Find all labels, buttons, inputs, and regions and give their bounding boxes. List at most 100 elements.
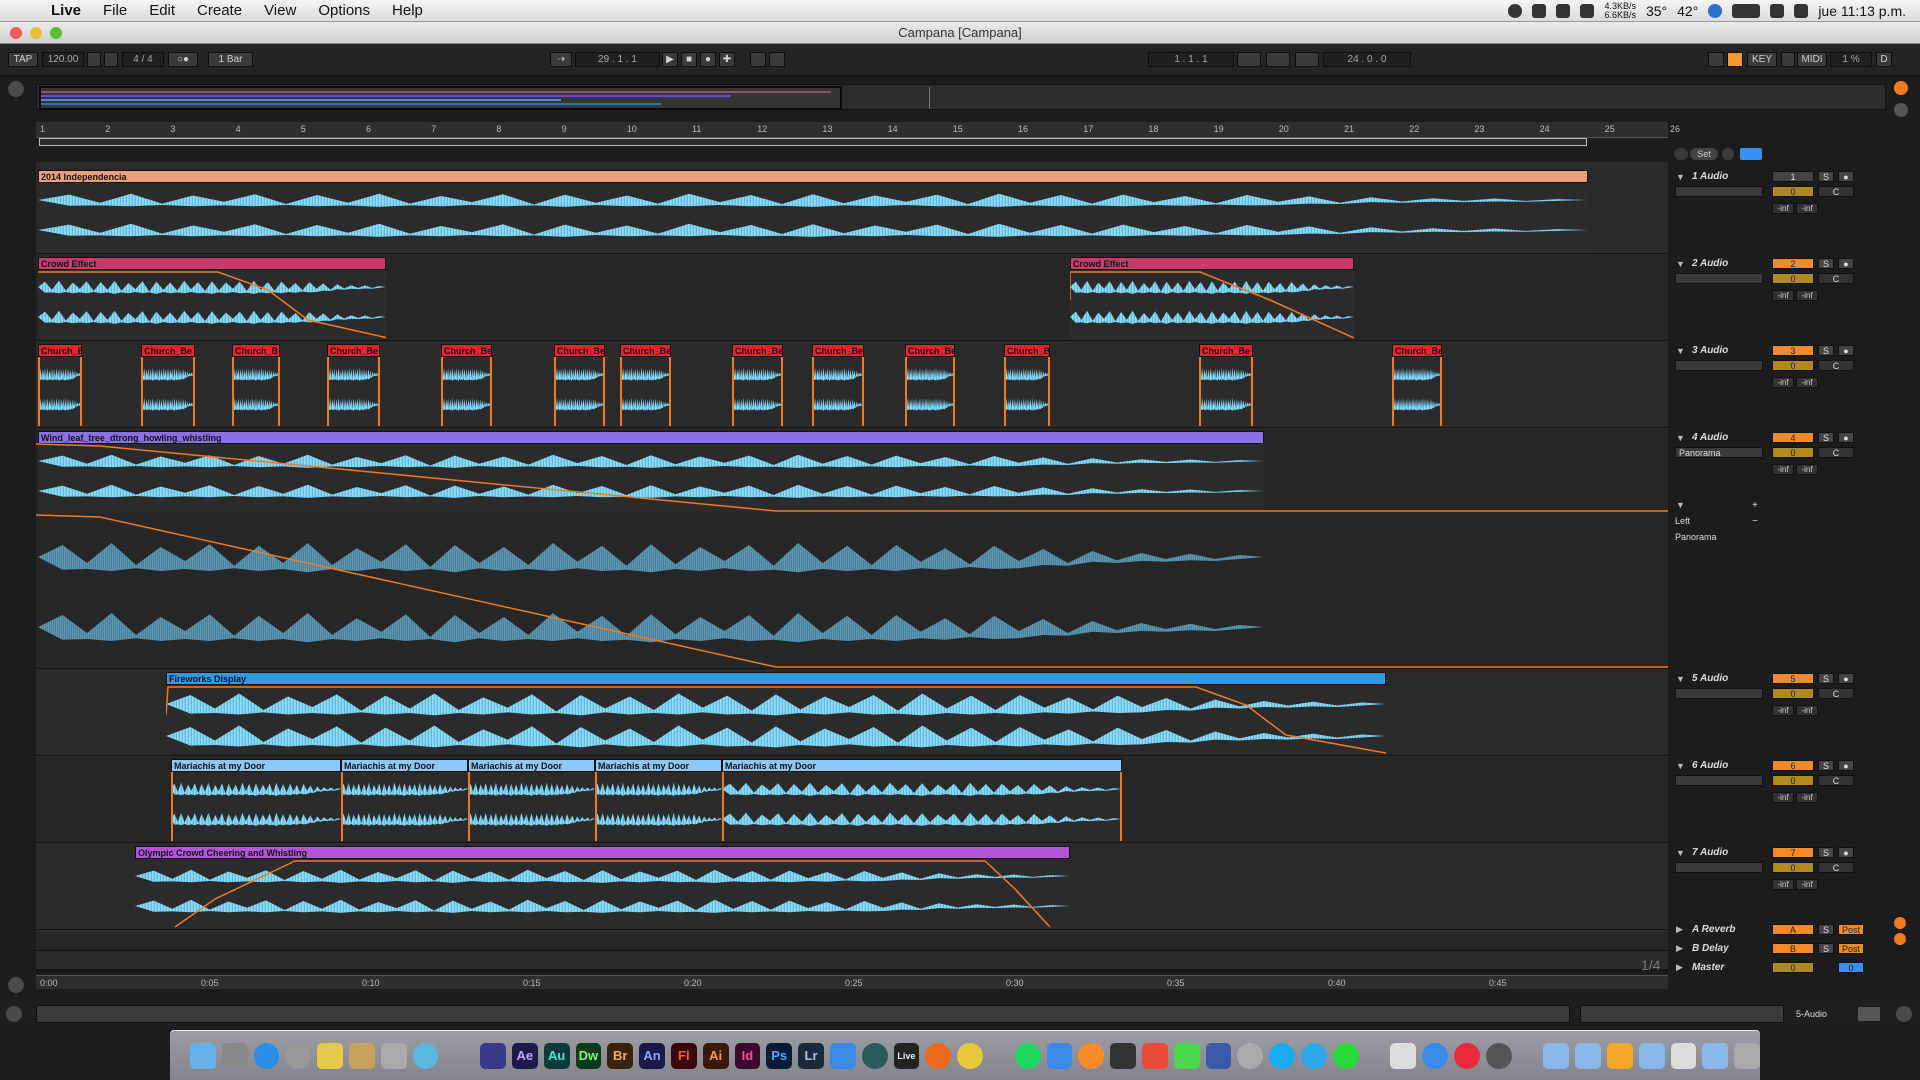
telegram-icon[interactable] bbox=[1300, 1042, 1327, 1069]
next-locator-button[interactable] bbox=[1722, 148, 1734, 160]
time-signature-field[interactable]: 4 / 4 bbox=[122, 52, 164, 67]
track-header[interactable]: ▼ 1 Audio 1 S ● 0 C -inf -inf bbox=[1670, 168, 1880, 248]
session-view-toggle-icon[interactable] bbox=[1894, 81, 1908, 95]
key-map-button[interactable]: KEY bbox=[1747, 52, 1777, 67]
track-name[interactable]: 5 Audio bbox=[1692, 673, 1728, 684]
pan-field[interactable]: C bbox=[1818, 273, 1854, 284]
sends-toggle-icon[interactable] bbox=[1894, 933, 1906, 945]
solo-button[interactable]: S bbox=[1818, 760, 1834, 771]
track-name[interactable]: 2 Audio bbox=[1692, 258, 1728, 269]
flash-icon[interactable]: Fl bbox=[670, 1042, 697, 1069]
arrangement-view[interactable]: 2014 Independencia Crowd Effect Crowd Ef… bbox=[36, 162, 1668, 973]
clip[interactable]: Crowd Effect bbox=[38, 257, 386, 339]
return-track-header[interactable]: ▶ A Reverb A S Post bbox=[1670, 922, 1880, 940]
return-b-lane[interactable] bbox=[36, 952, 1668, 970]
menu-app[interactable]: Live bbox=[40, 2, 92, 19]
clip[interactable]: Church_Be bbox=[1392, 344, 1442, 426]
folder-2-icon[interactable] bbox=[1702, 1042, 1729, 1069]
play-button[interactable]: ▶ bbox=[662, 52, 678, 67]
solo-button[interactable]: S bbox=[1818, 924, 1834, 935]
volume-field[interactable]: 0 bbox=[1772, 688, 1814, 699]
clip[interactable]: Olympic Crowd Cheering and Whistling bbox=[135, 846, 1070, 928]
fold-icon[interactable]: ▼ bbox=[1676, 172, 1685, 182]
track-6-lane[interactable]: Mariachis at my Door Mariachis at my Door… bbox=[36, 757, 1668, 843]
menu-options[interactable]: Options bbox=[307, 2, 381, 19]
clip[interactable]: Church_B bbox=[232, 344, 280, 426]
loop-start-field[interactable]: 1 . 1 . 1 bbox=[1148, 52, 1234, 67]
clip[interactable]: Church_Be bbox=[732, 344, 783, 426]
track-activator[interactable]: 1 bbox=[1772, 171, 1814, 182]
close-button[interactable] bbox=[10, 27, 22, 39]
audition-icon[interactable]: Au bbox=[543, 1042, 570, 1069]
printer-icon[interactable] bbox=[1670, 1042, 1697, 1069]
reeder-icon[interactable] bbox=[1141, 1042, 1168, 1069]
record-icon[interactable] bbox=[1508, 3, 1523, 18]
tempo-field[interactable]: 120.00 bbox=[42, 52, 84, 67]
track-activator[interactable]: 7 bbox=[1772, 847, 1814, 858]
tap-tempo-button[interactable]: TAP bbox=[8, 52, 38, 67]
app-icon[interactable] bbox=[957, 1042, 983, 1069]
prev-locator-button[interactable] bbox=[1674, 148, 1688, 160]
clip[interactable]: Church_B bbox=[1004, 344, 1050, 426]
notes-icon[interactable] bbox=[317, 1042, 343, 1069]
dreamweaver-icon[interactable]: Dw bbox=[575, 1042, 602, 1069]
cloud-icon[interactable] bbox=[1770, 3, 1785, 18]
display-icon[interactable] bbox=[1732, 3, 1761, 18]
arm-button[interactable]: ● bbox=[1838, 432, 1854, 443]
safari-icon[interactable] bbox=[285, 1042, 312, 1069]
solo-button[interactable]: S bbox=[1818, 171, 1834, 182]
track-name[interactable]: 7 Audio bbox=[1692, 847, 1728, 858]
track-header[interactable]: ▼ 3 Audio 3 S ● 0 C -inf -inf bbox=[1670, 342, 1880, 422]
return-track-header[interactable]: ▶ B Delay B S Post bbox=[1670, 941, 1880, 959]
animate-icon[interactable]: An bbox=[639, 1042, 665, 1069]
automator-icon[interactable] bbox=[348, 1042, 375, 1069]
camera-icon[interactable] bbox=[1556, 3, 1571, 18]
pan-field[interactable]: C bbox=[1818, 447, 1854, 458]
automation-parameter[interactable]: Left bbox=[1675, 516, 1690, 526]
trash-icon[interactable] bbox=[1734, 1042, 1760, 1069]
input-chooser[interactable] bbox=[1675, 186, 1763, 197]
expand-icon[interactable]: ▶ bbox=[1676, 924, 1683, 935]
itunes-icon[interactable] bbox=[1422, 1042, 1448, 1069]
solo-button[interactable]: S bbox=[1818, 258, 1834, 269]
detail-toggle-icon[interactable] bbox=[1896, 1006, 1912, 1022]
arm-button[interactable]: ● bbox=[1838, 345, 1854, 356]
clip[interactable]: Church_B bbox=[38, 344, 82, 426]
track-header[interactable]: ▼ 5 Audio 5 S ● 0 C -inf -inf bbox=[1670, 670, 1880, 750]
track-activator[interactable]: 6 bbox=[1772, 760, 1814, 771]
photoshop-icon[interactable]: Ps bbox=[766, 1042, 793, 1069]
stop-button[interactable]: ■ bbox=[681, 52, 697, 67]
pan-field[interactable]: C bbox=[1818, 862, 1854, 873]
set-locator-button[interactable]: Set bbox=[1690, 148, 1718, 160]
browser-toggle-icon[interactable] bbox=[8, 81, 24, 97]
menu-edit[interactable]: Edit bbox=[138, 2, 186, 19]
automation-toggle[interactable] bbox=[1740, 148, 1762, 160]
menu-view[interactable]: View bbox=[253, 2, 307, 19]
zoom-button[interactable] bbox=[50, 27, 62, 39]
fold-icon[interactable]: ▼ bbox=[1676, 848, 1685, 858]
menu-file[interactable]: File bbox=[92, 2, 138, 19]
fold-icon[interactable]: ▼ bbox=[1676, 346, 1685, 356]
menu-create[interactable]: Create bbox=[186, 2, 253, 19]
input-chooser[interactable] bbox=[1675, 360, 1763, 371]
track-header[interactable]: ▼ 4 Audio Panorama 4 S ● 0 C -inf -inf bbox=[1670, 429, 1880, 509]
expand-icon[interactable]: ▶ bbox=[1676, 943, 1683, 954]
tool-icon[interactable] bbox=[1173, 1042, 1200, 1069]
line-icon[interactable] bbox=[1332, 1042, 1359, 1069]
text-edit-icon[interactable] bbox=[1390, 1042, 1417, 1069]
input-chooser[interactable]: Panorama bbox=[1675, 447, 1763, 458]
track-2-lane[interactable]: Crowd Effect Crowd Effect bbox=[36, 255, 1668, 341]
arrangement-overview[interactable] bbox=[36, 84, 1886, 110]
volume-icon[interactable] bbox=[1794, 3, 1809, 18]
volume-field[interactable]: 0 bbox=[1772, 862, 1814, 873]
arm-button[interactable]: ● bbox=[1838, 171, 1854, 182]
return-a-lane[interactable] bbox=[36, 932, 1668, 951]
track-1-lane[interactable]: 2014 Independencia bbox=[36, 168, 1668, 254]
blender-icon[interactable] bbox=[861, 1042, 888, 1069]
input-chooser[interactable] bbox=[1675, 273, 1763, 284]
pan-field[interactable]: C bbox=[1818, 688, 1854, 699]
track-7-lane[interactable]: Olympic Crowd Cheering and Whistling bbox=[36, 844, 1668, 930]
menu-help[interactable]: Help bbox=[381, 2, 434, 19]
return-activator[interactable]: 0 bbox=[1772, 962, 1814, 973]
clip[interactable]: Fireworks Display bbox=[166, 672, 1386, 754]
